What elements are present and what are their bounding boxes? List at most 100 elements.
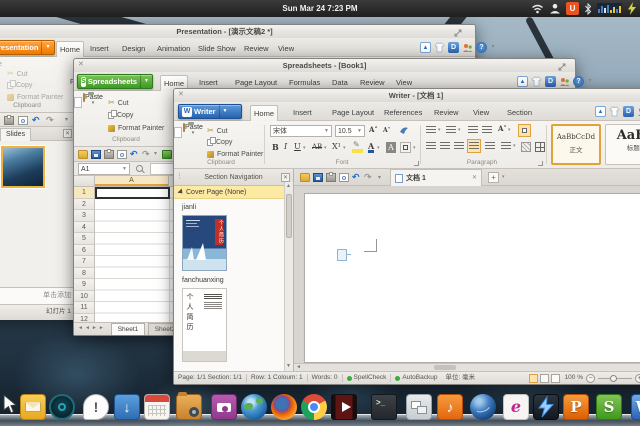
paragraph-dialog-launcher-icon[interactable] — [538, 161, 543, 166]
tab-home[interactable]: Home — [250, 105, 279, 121]
style-normal[interactable]: AaBbCcDd 正文 — [551, 124, 601, 165]
status-words[interactable]: Words: 0 — [312, 374, 338, 382]
italic-icon[interactable]: I — [284, 143, 287, 151]
ubuntu-kylin-icon[interactable]: U — [566, 2, 579, 15]
print-icon[interactable] — [4, 115, 14, 125]
cut-button[interactable]: ✂ Cut — [7, 70, 28, 78]
system-monitor-icon[interactable] — [597, 3, 622, 14]
chevron-down-icon[interactable]: ▾ — [458, 128, 461, 133]
collapse-ribbon-icon[interactable]: ▲ — [595, 106, 606, 117]
table-icon[interactable] — [162, 150, 172, 159]
font-name-select[interactable]: 宋体 ▼ — [270, 125, 332, 137]
paste-button[interactable]: Paste — [0, 61, 6, 68]
close-panel-icon[interactable]: ✕ — [63, 129, 72, 138]
toolbar-more-icon[interactable]: ▾ — [65, 116, 68, 125]
sheet-nav-icons[interactable]: ◄◄►► — [78, 326, 106, 331]
help-icon[interactable]: ? — [573, 76, 584, 87]
tab-animation[interactable]: Animation — [154, 42, 193, 56]
show-marks-icon[interactable] — [518, 124, 531, 137]
share-icon[interactable] — [462, 42, 473, 53]
function-icon[interactable] — [136, 165, 145, 174]
toolbar-more-icon[interactable]: ▾ — [154, 150, 157, 159]
close-panel-icon[interactable]: ✕ — [281, 173, 290, 182]
row-header[interactable]: 8 — [74, 267, 95, 279]
tab-view[interactable]: View — [275, 42, 297, 56]
wifi-icon[interactable] — [531, 3, 544, 14]
spreadsheets-menu-button[interactable]: S Spreadsheets ▼ — [77, 74, 153, 89]
chevron-down-icon[interactable]: ▼ — [218, 105, 231, 118]
dock-wps-writer-icon[interactable]: W — [631, 394, 640, 420]
bullets-icon[interactable] — [426, 126, 436, 134]
format-painter-button[interactable]: Format Painter — [7, 94, 63, 101]
tab-review[interactable]: Review — [241, 42, 272, 56]
row-header[interactable]: 10 — [74, 290, 95, 302]
row-header[interactable]: 6 — [74, 244, 95, 256]
view-mode-outline-icon[interactable] — [539, 373, 549, 383]
numbering-icon[interactable] — [446, 126, 456, 134]
open-icon[interactable] — [78, 150, 88, 159]
presentation-menu-button[interactable]: P Presentation ▼ — [0, 40, 55, 55]
row-header[interactable]: 2 — [74, 198, 95, 210]
slide-thumbnail[interactable] — [1, 146, 45, 188]
dock-video-player-icon[interactable] — [331, 394, 357, 420]
dock-thunder-icon[interactable] — [533, 394, 559, 420]
shrink-font-icon[interactable]: A˅ — [383, 128, 391, 134]
close-icon[interactable]: ✕ — [178, 91, 184, 98]
docer-icon[interactable]: D — [448, 42, 459, 53]
document-page[interactable] — [304, 193, 640, 363]
chevron-down-icon[interactable]: ▾ — [513, 144, 516, 149]
dock-music-icon[interactable]: ♪ — [437, 394, 463, 420]
dock-chrome-icon[interactable] — [301, 394, 327, 420]
chevron-down-icon[interactable]: ▾ — [303, 146, 306, 151]
style-heading1[interactable]: AaBb 标题 1 — [605, 124, 640, 165]
column-header-a[interactable]: A — [95, 176, 169, 186]
chevron-down-icon[interactable]: ▾ — [502, 175, 505, 180]
tab-design[interactable]: Design — [119, 42, 148, 56]
scrollbar-thumb[interactable] — [286, 194, 292, 238]
dock-settings-icon[interactable] — [49, 394, 75, 420]
presentation-titlebar[interactable]: ✕ Presentation - [演示文稿2 *] — [0, 25, 475, 38]
font-size-select[interactable]: 10.5 ▼ — [335, 125, 365, 137]
status-autobackup[interactable]: AutoBackup — [402, 374, 437, 382]
row-header[interactable]: 1 — [74, 187, 95, 199]
print-preview-icon[interactable] — [18, 116, 28, 125]
shading-icon[interactable] — [521, 142, 531, 152]
dock-wps-presentation-icon[interactable]: P — [563, 394, 589, 420]
document-area[interactable]: ◄ — [294, 186, 640, 371]
chevron-down-icon[interactable]: ▾ — [343, 146, 346, 151]
undo-icon[interactable]: ↶ — [130, 150, 138, 159]
print-icon[interactable] — [326, 172, 336, 182]
docer-icon[interactable]: D — [545, 76, 556, 87]
cut-button[interactable]: ✂ Cut — [207, 127, 228, 135]
cell-name-box[interactable]: A1 ▼ — [78, 163, 130, 175]
redo-icon[interactable]: ↷ — [46, 116, 54, 125]
scrollbar-thumb[interactable] — [434, 365, 456, 370]
status-spellcheck[interactable]: SpellCheck — [354, 374, 387, 382]
grow-font-icon[interactable]: A˄ — [369, 126, 378, 133]
font-color-icon[interactable]: A — [368, 142, 375, 153]
row-header[interactable]: 3 — [74, 210, 95, 222]
save-icon[interactable] — [91, 150, 101, 159]
tab-insert[interactable]: Insert — [87, 42, 112, 56]
tab-page-layout[interactable]: Page Layout — [329, 106, 377, 120]
increase-indent-icon[interactable] — [482, 126, 492, 134]
scroll-left-icon[interactable]: ◄ — [296, 365, 301, 370]
skin-icon[interactable] — [609, 106, 620, 117]
share-icon[interactable] — [559, 76, 570, 87]
line-spacing-icon[interactable] — [501, 142, 511, 150]
resize-grip-icon[interactable] — [557, 62, 567, 72]
user-icon[interactable] — [549, 3, 561, 14]
chevron-down-icon[interactable]: ▾ — [490, 42, 496, 53]
chevron-down-icon[interactable]: ▾ — [324, 146, 327, 151]
row-header[interactable]: 5 — [74, 233, 95, 245]
tab-review[interactable]: Review — [431, 106, 462, 120]
align-left-icon[interactable] — [426, 142, 436, 150]
print-icon[interactable] — [104, 149, 114, 159]
align-center-icon[interactable] — [440, 142, 450, 150]
chevron-down-icon[interactable]: ▾ — [587, 76, 593, 87]
tab-references[interactable]: References — [381, 106, 425, 120]
dock-downloads-icon[interactable]: ↓ — [114, 394, 140, 420]
paste-button[interactable]: Paste ▾ — [174, 122, 207, 138]
chevron-down-icon[interactable]: ▾ — [413, 146, 416, 151]
sheet-tab-active[interactable]: Sheet1 — [111, 323, 145, 335]
